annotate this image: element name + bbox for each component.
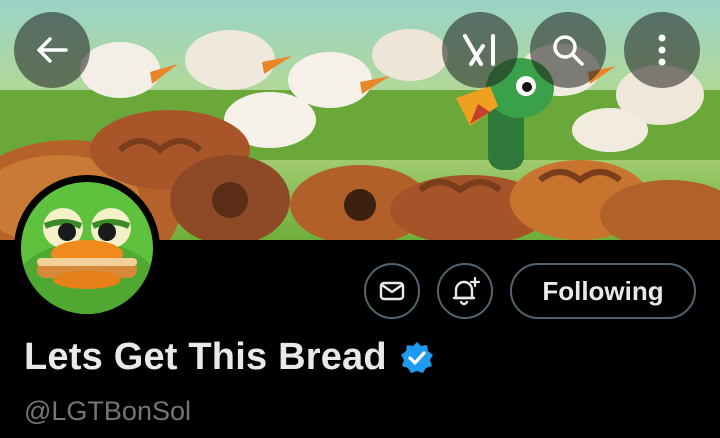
bell-plus-icon [452, 276, 481, 306]
verified-badge-icon[interactable] [399, 340, 435, 376]
arrow-left-icon [37, 37, 68, 63]
back-button[interactable] [14, 12, 90, 88]
following-button[interactable]: Following [510, 263, 696, 319]
display-name: Lets Get This Bread [24, 336, 387, 378]
avatar[interactable] [14, 175, 160, 321]
notifications-button[interactable] [437, 263, 493, 319]
more-options-button[interactable] [624, 12, 700, 88]
message-button[interactable] [364, 263, 420, 319]
search-icon [553, 35, 584, 66]
profile-handle: @LGTBonSol [24, 396, 191, 426]
search-button[interactable] [530, 12, 606, 88]
envelope-icon [379, 281, 405, 301]
more-vertical-icon [658, 34, 666, 66]
grok-icon [463, 34, 495, 66]
duck-avatar-image [21, 182, 153, 314]
grok-button[interactable] [442, 12, 518, 88]
profile-name-row: Lets Get This Bread [24, 336, 435, 379]
